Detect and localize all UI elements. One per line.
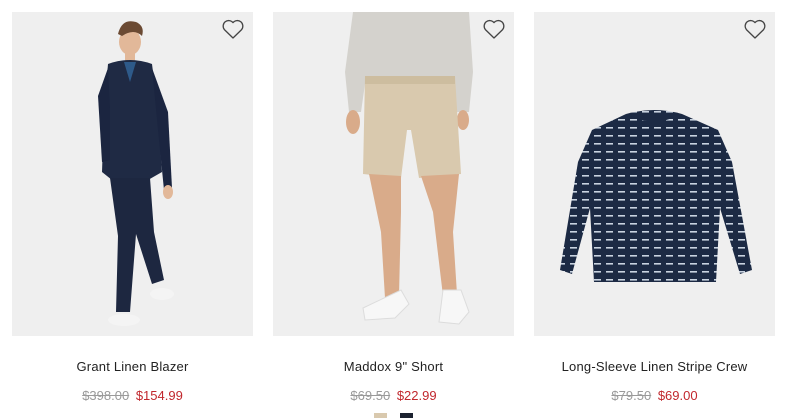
product-name[interactable]: Maddox 9" Short (273, 359, 514, 374)
product-card[interactable]: Long-Sleeve Linen Stripe Crew $79.50 $69… (534, 12, 775, 403)
original-price: $69.50 (350, 388, 391, 403)
product-name[interactable]: Long-Sleeve Linen Stripe Crew (534, 359, 775, 374)
product-grid: Grant Linen Blazer $398.00 $154.99 Maddo… (0, 0, 800, 418)
color-swatches (273, 413, 514, 418)
heart-outline-icon[interactable] (482, 18, 506, 40)
product-image[interactable] (534, 12, 775, 336)
original-price: $79.50 (611, 388, 652, 403)
product-card[interactable]: Grant Linen Blazer $398.00 $154.99 (12, 12, 253, 403)
shorts-model-illustration (273, 12, 514, 336)
heart-outline-icon[interactable] (221, 18, 245, 40)
product-name[interactable]: Grant Linen Blazer (12, 359, 253, 374)
product-price: $398.00 $154.99 (12, 388, 253, 403)
sale-price: $69.00 (657, 388, 698, 403)
product-image[interactable] (273, 12, 514, 336)
suit-model-illustration (12, 12, 253, 336)
striped-crew-illustration (534, 12, 775, 336)
product-card[interactable]: Maddox 9" Short $69.50 $22.99 (273, 12, 514, 418)
color-swatch-khaki[interactable] (374, 413, 387, 418)
product-price: $69.50 $22.99 (273, 388, 514, 403)
sale-price: $22.99 (396, 388, 437, 403)
color-swatch-navy[interactable] (400, 413, 413, 418)
product-image[interactable] (12, 12, 253, 336)
sale-price: $154.99 (135, 388, 183, 403)
heart-outline-icon[interactable] (743, 18, 767, 40)
original-price: $398.00 (82, 388, 130, 403)
product-price: $79.50 $69.00 (534, 388, 775, 403)
